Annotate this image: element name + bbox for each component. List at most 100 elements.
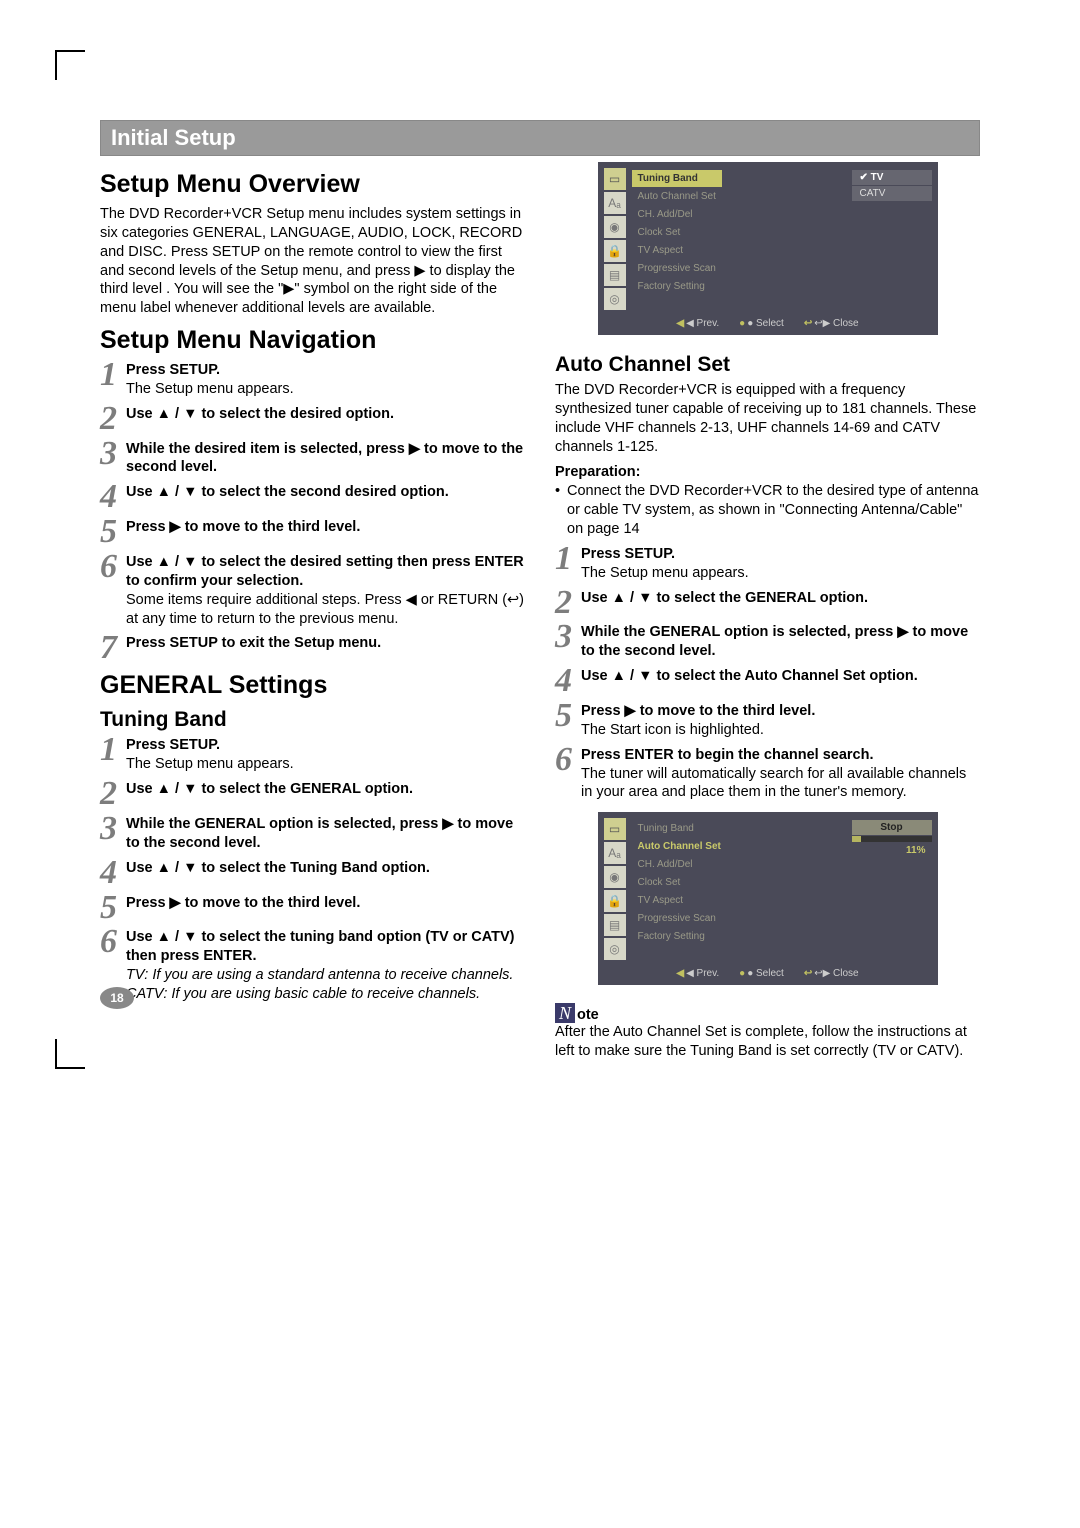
osd-item-list: Tuning BandAuto Channel SetCH. Add/DelCl… bbox=[632, 818, 727, 960]
osd-menu-item: Progressive Scan bbox=[632, 260, 722, 277]
autoset-text: The DVD Recorder+VCR is equipped with a … bbox=[555, 381, 980, 456]
osd-select: ●● Select bbox=[739, 968, 784, 979]
step-text: Use ▲ / ▼ to select the Auto Channel Set… bbox=[581, 667, 980, 686]
step-number: 1 bbox=[555, 545, 577, 574]
sub-tuning-band: Tuning Band bbox=[100, 708, 525, 732]
step-text: Press SETUP.The Setup menu appears. bbox=[581, 545, 980, 583]
osd-menu-item: Auto Channel Set bbox=[632, 188, 722, 205]
osd-progress-bar bbox=[852, 836, 932, 842]
step: 5Press ▶ to move to the third level.The … bbox=[555, 702, 980, 740]
step-number: 4 bbox=[100, 859, 122, 888]
osd-option-catv: CATV bbox=[852, 186, 932, 201]
prep-label: Preparation: bbox=[555, 464, 980, 480]
step-text: Press ENTER to begin the channel search.… bbox=[581, 746, 980, 803]
step: 4Use ▲ / ▼ to select the Tuning Band opt… bbox=[100, 859, 525, 888]
osd-menu-item: Tuning Band bbox=[632, 170, 722, 187]
right-column: ▭ Aₐ ◉ 🔒 ▤ ◎ Tuning BandAuto Channel Set… bbox=[555, 162, 980, 1069]
step-number: 4 bbox=[100, 483, 122, 512]
lang-icon: Aₐ bbox=[604, 192, 626, 214]
step-text: Press SETUP to exit the Setup menu. bbox=[126, 634, 525, 653]
crop-mark-bl bbox=[55, 1039, 85, 1069]
step: 7Press SETUP to exit the Setup menu. bbox=[100, 634, 525, 663]
osd-category-icons: ▭ Aₐ ◉ 🔒 ▤ ◎ bbox=[604, 168, 626, 310]
prep-item: Connect the DVD Recorder+VCR to the desi… bbox=[555, 482, 980, 539]
osd-menu-item: Clock Set bbox=[632, 224, 722, 241]
step-number: 1 bbox=[100, 361, 122, 390]
osd-select: ●● Select bbox=[739, 318, 784, 329]
osd-progress-pct: 11% bbox=[852, 843, 932, 858]
page-number-badge: 18 bbox=[100, 987, 134, 1009]
step-number: 5 bbox=[100, 894, 122, 923]
step-text: Press SETUP.The Setup menu appears. bbox=[126, 361, 525, 399]
disc-icon: ◎ bbox=[604, 288, 626, 310]
audio-icon: ◉ bbox=[604, 216, 626, 238]
step: 4Use ▲ / ▼ to select the Auto Channel Se… bbox=[555, 667, 980, 696]
step-number: 2 bbox=[100, 780, 122, 809]
step-text: Use ▲ / ▼ to select the GENERAL option. bbox=[581, 589, 980, 608]
step: 2Use ▲ / ▼ to select the GENERAL option. bbox=[100, 780, 525, 809]
osd-stop-button: Stop bbox=[852, 820, 932, 835]
osd-menu-item: Clock Set bbox=[632, 874, 727, 891]
step-text: While the desired item is selected, pres… bbox=[126, 440, 525, 478]
step: 5Press ▶ to move to the third level. bbox=[100, 518, 525, 547]
osd-menu-autoset: ▭ Aₐ ◉ 🔒 ▤ ◎ Tuning BandAuto Channel Set… bbox=[598, 812, 938, 985]
note-header: N ote bbox=[555, 1003, 980, 1023]
osd-options: TV CATV bbox=[852, 168, 932, 310]
disc-icon: ◎ bbox=[604, 938, 626, 960]
tv-icon: ▭ bbox=[604, 168, 626, 190]
audio-icon: ◉ bbox=[604, 866, 626, 888]
record-icon: ▤ bbox=[604, 914, 626, 936]
step-text: Use ▲ / ▼ to select the second desired o… bbox=[126, 483, 525, 502]
osd-progress: Stop 11% bbox=[852, 818, 932, 960]
heading-nav: Setup Menu Navigation bbox=[100, 326, 525, 355]
step: 1Press SETUP.The Setup menu appears. bbox=[100, 361, 525, 399]
step: 1Press SETUP.The Setup menu appears. bbox=[100, 736, 525, 774]
step: 6Press ENTER to begin the channel search… bbox=[555, 746, 980, 803]
step-number: 4 bbox=[555, 667, 577, 696]
step: 5Press ▶ to move to the third level. bbox=[100, 894, 525, 923]
prep-list: Connect the DVD Recorder+VCR to the desi… bbox=[555, 482, 980, 539]
header-bar: Initial Setup bbox=[100, 120, 980, 156]
tv-icon: ▭ bbox=[604, 818, 626, 840]
osd-menu-tuning: ▭ Aₐ ◉ 🔒 ▤ ◎ Tuning BandAuto Channel Set… bbox=[598, 162, 938, 335]
osd-menu-item: Factory Setting bbox=[632, 278, 722, 295]
osd-option-tv: TV bbox=[852, 170, 932, 185]
record-icon: ▤ bbox=[604, 264, 626, 286]
osd-footer: ◀◀ Prev. ●● Select ↩↩▶ Close bbox=[604, 318, 932, 329]
note-text: After the Auto Channel Set is complete, … bbox=[555, 1023, 980, 1061]
autoset-steps: 1Press SETUP.The Setup menu appears.2Use… bbox=[555, 545, 980, 802]
tuning-steps: 1Press SETUP.The Setup menu appears.2Use… bbox=[100, 736, 525, 1003]
step-number: 2 bbox=[555, 589, 577, 618]
osd-menu-item: Auto Channel Set bbox=[632, 838, 727, 855]
heading-autoset: Auto Channel Set bbox=[555, 353, 980, 377]
lock-icon: 🔒 bbox=[604, 890, 626, 912]
overview-text: The DVD Recorder+VCR Setup menu includes… bbox=[100, 205, 525, 318]
osd-close: ↩↩▶ Close bbox=[804, 318, 859, 329]
step-text: While the GENERAL option is selected, pr… bbox=[581, 623, 980, 661]
osd-menu-item: CH. Add/Del bbox=[632, 206, 722, 223]
osd-item-list: Tuning BandAuto Channel SetCH. Add/DelCl… bbox=[632, 168, 722, 310]
osd-menu-item: Tuning Band bbox=[632, 820, 727, 837]
step-text: Press ▶ to move to the third level. bbox=[126, 518, 525, 537]
step-text: Use ▲ / ▼ to select the tuning band opti… bbox=[126, 928, 525, 1003]
step: 3While the GENERAL option is selected, p… bbox=[100, 815, 525, 853]
step: 2Use ▲ / ▼ to select the GENERAL option. bbox=[555, 589, 980, 618]
step: 3While the GENERAL option is selected, p… bbox=[555, 623, 980, 661]
page-title: Initial Setup bbox=[111, 125, 236, 150]
note-label: ote bbox=[577, 1007, 599, 1023]
osd-close: ↩↩▶ Close bbox=[804, 968, 859, 979]
heading-overview: Setup Menu Overview bbox=[100, 170, 525, 199]
step-number: 5 bbox=[100, 518, 122, 547]
step-number: 3 bbox=[100, 440, 122, 469]
osd-menu-item: TV Aspect bbox=[632, 242, 722, 259]
step: 2Use ▲ / ▼ to select the desired option. bbox=[100, 405, 525, 434]
osd-menu-item: TV Aspect bbox=[632, 892, 727, 909]
step-number: 2 bbox=[100, 405, 122, 434]
step-text: Use ▲ / ▼ to select the GENERAL option. bbox=[126, 780, 525, 799]
step-number: 1 bbox=[100, 736, 122, 765]
step-text: Use ▲ / ▼ to select the desired setting … bbox=[126, 553, 525, 628]
step: 6Use ▲ / ▼ to select the tuning band opt… bbox=[100, 928, 525, 1003]
osd-category-icons: ▭ Aₐ ◉ 🔒 ▤ ◎ bbox=[604, 818, 626, 960]
step: 6Use ▲ / ▼ to select the desired setting… bbox=[100, 553, 525, 628]
lang-icon: Aₐ bbox=[604, 842, 626, 864]
